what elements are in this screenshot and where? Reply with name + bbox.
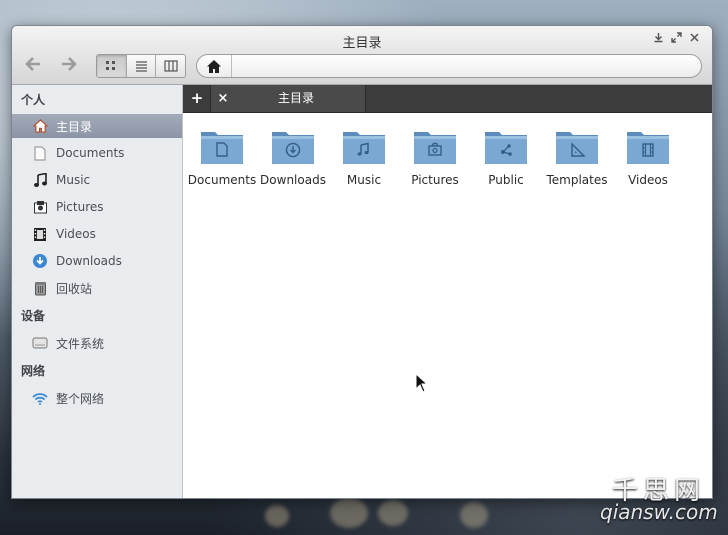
download-folder-icon <box>272 132 314 164</box>
window-title: 主目录 <box>342 36 382 51</box>
forward-button[interactable] <box>56 56 82 78</box>
file-label: Public <box>488 173 524 187</box>
column-view-button[interactable] <box>156 55 185 77</box>
mouse-cursor-icon <box>415 373 429 393</box>
sidebar-header-devices: 设备 <box>21 309 46 323</box>
folder-item-videos[interactable]: Videos <box>612 127 684 187</box>
file-label: Music <box>346 173 382 187</box>
music-folder-icon <box>343 132 385 164</box>
download-icon <box>32 253 48 269</box>
background-bokeh <box>378 500 408 526</box>
file-label: Documents <box>187 173 257 187</box>
sidebar-item-trash[interactable]: 回收站 <box>12 276 182 300</box>
maximize-icon[interactable] <box>671 32 682 46</box>
videos-folder-icon <box>627 132 669 164</box>
sidebar-item-pictures[interactable]: Pictures <box>12 195 182 219</box>
close-window-icon[interactable] <box>689 32 700 46</box>
sidebar-item-music[interactable]: Music <box>12 168 182 192</box>
file-label: Downloads <box>260 173 326 187</box>
sidebar-item-label: Downloads <box>56 254 122 268</box>
templates-folder-icon <box>556 132 598 164</box>
picture-icon <box>32 199 48 215</box>
sidebar-header-personal: 个人 <box>21 93 46 107</box>
file-label: Videos <box>628 173 668 187</box>
sidebar-item-documents[interactable]: Documents <box>12 141 182 165</box>
folder-item-documents[interactable]: Documents <box>186 127 258 187</box>
sidebar-item-home[interactable]: 主目录 <box>12 114 182 138</box>
folder-item-templates[interactable]: Templates <box>541 127 613 187</box>
sidebar-item-downloads[interactable]: Downloads <box>12 249 182 273</box>
sidebar-item-label: 主目录 <box>56 119 93 134</box>
home-icon <box>32 118 48 134</box>
folder-item-pictures[interactable]: Pictures <box>399 127 471 187</box>
sidebar-item-videos[interactable]: Videos <box>12 222 182 246</box>
sidebar-item-label: Videos <box>56 227 96 241</box>
icon-view-button[interactable] <box>97 55 127 77</box>
document-folder-icon <box>201 132 243 164</box>
sidebar-item-label: Music <box>56 173 91 187</box>
file-label: Pictures <box>411 173 459 187</box>
music-note-icon <box>32 172 48 188</box>
list-view-button[interactable] <box>127 55 157 77</box>
columns-icon <box>164 60 178 72</box>
file-label: Templates <box>546 173 608 187</box>
document-icon <box>32 145 48 161</box>
watermark-url: qiansw.com <box>600 500 718 524</box>
minimize-icon[interactable] <box>653 32 664 46</box>
breadcrumb-home[interactable] <box>197 55 232 77</box>
arrow-right-icon <box>62 57 77 71</box>
location-bar[interactable] <box>196 54 702 78</box>
file-manager-window: 主目录 个人 主目录 Documents Music Pictures Vide… <box>11 25 713 499</box>
grid-icon <box>106 61 116 70</box>
arrow-left-icon <box>25 57 40 71</box>
sidebar-item-network[interactable]: 整个网络 <box>12 386 182 410</box>
background-bokeh <box>330 498 368 528</box>
tab-label: 主目录 <box>277 91 314 105</box>
view-switcher <box>96 54 186 78</box>
sidebar: 个人 主目录 Documents Music Pictures Videos D… <box>12 85 183 498</box>
new-tab-button[interactable]: + <box>189 85 205 112</box>
tab-bar: + × 主目录 <box>183 85 712 113</box>
pictures-folder-icon <box>414 132 456 164</box>
window-controls <box>653 32 700 46</box>
sidebar-header-network: 网络 <box>21 364 46 378</box>
sidebar-item-label: 文件系统 <box>56 336 105 351</box>
film-icon <box>32 226 48 242</box>
sidebar-item-label: 整个网络 <box>56 391 105 406</box>
folder-item-music[interactable]: Music <box>328 127 400 187</box>
background-bokeh <box>265 505 289 527</box>
list-icon <box>135 61 147 72</box>
close-tab-button[interactable]: × <box>216 85 230 112</box>
folder-item-public[interactable]: Public <box>470 127 542 187</box>
wifi-icon <box>32 390 48 406</box>
sidebar-item-label: Documents <box>56 146 125 160</box>
titlebar: 主目录 <box>12 26 712 85</box>
background-bokeh <box>460 502 488 528</box>
back-button[interactable] <box>20 56 46 78</box>
public-folder-icon <box>485 132 527 164</box>
drive-icon <box>32 335 48 351</box>
sidebar-item-label: Pictures <box>56 200 104 214</box>
file-view: Documents Downloads Music Pictures Publi… <box>183 113 712 498</box>
trash-icon <box>32 280 48 296</box>
folder-item-downloads[interactable]: Downloads <box>257 127 329 187</box>
tab-home[interactable]: × 主目录 <box>210 85 366 112</box>
sidebar-item-filesystem[interactable]: 文件系统 <box>12 331 182 355</box>
home-icon <box>207 59 221 73</box>
sidebar-item-label: 回收站 <box>56 281 93 296</box>
